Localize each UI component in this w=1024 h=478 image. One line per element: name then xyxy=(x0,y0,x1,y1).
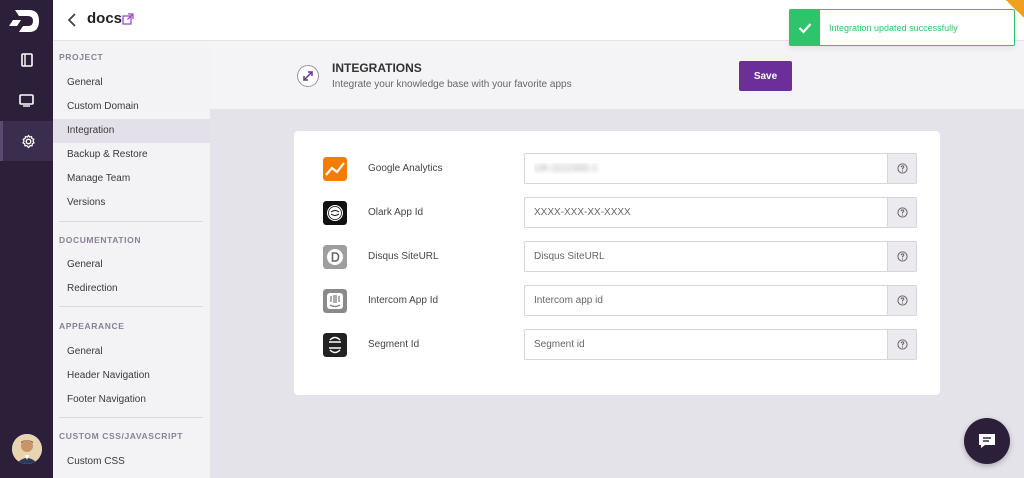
sidebar-item-custom-domain[interactable]: Custom Domain xyxy=(53,95,210,119)
integration-row-google-analytics: Google Analytics xyxy=(294,153,940,185)
sidebar-item-custom-css[interactable]: Custom CSS xyxy=(53,450,210,474)
question-circle-icon xyxy=(896,163,908,174)
integration-row-intercom: Intercom App Id xyxy=(294,285,940,317)
google-analytics-icon xyxy=(323,157,347,181)
chat-launcher-button[interactable] xyxy=(964,418,1010,464)
sidebar-item-general[interactable]: General xyxy=(53,71,210,95)
integration-label: Disqus SiteURL xyxy=(368,251,439,262)
sidebar-item-integration[interactable]: Integration xyxy=(53,119,210,143)
olark-app-id-input[interactable] xyxy=(524,197,888,228)
back-arrow-icon[interactable] xyxy=(65,12,79,28)
page-title: INTEGRATIONS xyxy=(332,61,422,75)
intercom-icon xyxy=(323,289,347,313)
toast-message: Integration updated successfully xyxy=(829,23,958,33)
integration-row-olark: Olark App Id xyxy=(294,197,940,229)
integration-label: Olark App Id xyxy=(368,207,424,218)
disqus-icon xyxy=(323,245,347,269)
sidebar-item-header-navigation[interactable]: Header Navigation xyxy=(53,364,210,388)
disqus-siteurl-input[interactable] xyxy=(524,241,888,272)
integration-label: Intercom App Id xyxy=(368,295,439,306)
intercom-app-id-input[interactable] xyxy=(524,285,888,316)
integration-icon xyxy=(297,65,319,87)
settings-sidebar: PROJECT General Custom Domain Integratio… xyxy=(53,41,210,478)
toast-check-area xyxy=(790,10,820,45)
sidebar-item-redirection[interactable]: Redirection xyxy=(53,277,210,301)
help-button[interactable] xyxy=(887,329,917,360)
sidebar-divider xyxy=(59,221,203,222)
help-button[interactable] xyxy=(887,241,917,272)
sidebar-item-doc-general[interactable]: General xyxy=(53,253,210,277)
sidebar-divider xyxy=(59,306,203,307)
question-circle-icon xyxy=(896,251,908,262)
page-subtitle: Integrate your knowledge base with your … xyxy=(332,79,572,90)
sidebar-heading-documentation: DOCUMENTATION xyxy=(59,235,142,245)
help-button[interactable] xyxy=(887,285,917,316)
sidebar-heading-appearance: APPEARANCE xyxy=(59,321,125,331)
sidebar-divider xyxy=(59,417,203,418)
segment-icon xyxy=(323,333,347,357)
sidebar-item-versions[interactable]: Versions xyxy=(53,191,210,215)
success-toast[interactable]: Integration updated successfully xyxy=(789,9,1015,46)
checkmark-icon xyxy=(798,22,812,34)
page-header: INTEGRATIONS Integrate your knowledge ba… xyxy=(210,41,1024,109)
preview-nav-button[interactable] xyxy=(0,80,53,120)
integrations-card: Google Analytics Olark App Id Disqus Sit… xyxy=(294,131,940,395)
question-circle-icon xyxy=(896,295,908,306)
sidebar-heading-custom-css: CUSTOM CSS/JAVASCRIPT xyxy=(59,431,184,441)
monitor-icon xyxy=(19,94,34,107)
sidebar-item-backup-restore[interactable]: Backup & Restore xyxy=(53,143,210,167)
documents-nav-button[interactable] xyxy=(0,40,53,80)
app-rail xyxy=(0,0,53,478)
olark-icon xyxy=(323,201,347,225)
help-button[interactable] xyxy=(887,197,917,228)
question-circle-icon xyxy=(896,207,908,218)
integration-row-disqus: Disqus SiteURL xyxy=(294,241,940,273)
settings-nav-button[interactable] xyxy=(0,121,53,161)
chat-bubble-icon xyxy=(979,434,995,448)
document360-logo[interactable] xyxy=(9,6,43,36)
segment-id-input[interactable] xyxy=(524,329,888,360)
book-icon xyxy=(20,53,33,67)
external-link-icon[interactable] xyxy=(122,13,134,25)
sidebar-item-appearance-general[interactable]: General xyxy=(53,340,210,364)
project-title: docs xyxy=(87,10,123,27)
user-avatar[interactable] xyxy=(12,434,42,464)
sidebar-heading-project: PROJECT xyxy=(59,52,104,62)
gear-icon xyxy=(21,134,35,148)
integration-row-segment: Segment Id xyxy=(294,329,940,361)
google-analytics-input[interactable] xyxy=(524,153,888,184)
save-button[interactable]: Save xyxy=(739,61,792,91)
sidebar-item-manage-team[interactable]: Manage Team xyxy=(53,167,210,191)
help-button[interactable] xyxy=(887,153,917,184)
question-circle-icon xyxy=(896,339,908,350)
integration-label: Google Analytics xyxy=(368,163,443,174)
integration-label: Segment Id xyxy=(368,339,420,350)
sidebar-item-footer-navigation[interactable]: Footer Navigation xyxy=(53,388,210,412)
